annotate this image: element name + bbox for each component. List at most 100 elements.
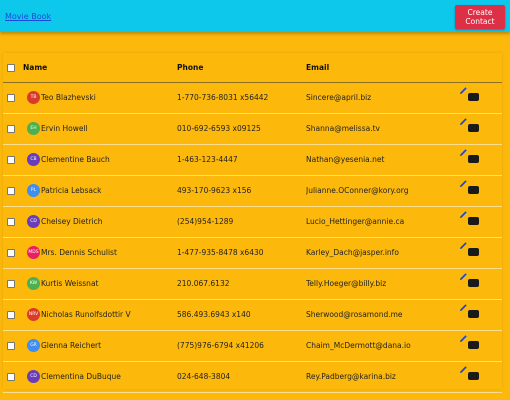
app-root: Movie Book Create Contact Name Phone Ema… [0,0,510,400]
contact-name: Nicholas Runolfsdottir V [41,310,131,319]
email-cell: Chaim_McDermott@dana.io [306,341,411,350]
row-select-cell [3,330,23,361]
actions-cell [457,144,502,175]
select-all-cell [3,53,23,83]
table-row: CD Clementina DuBuque 024-648-3804 Rey.Padb… [3,361,502,392]
phone-cell: 493-170-9623 x156 [177,186,252,195]
pencil-icon[interactable] [459,303,468,312]
actions-cell [457,206,502,237]
row-select-cell [3,144,23,175]
name-cell: TB Teo Blazhevski [23,82,177,113]
table-row: CD Chelsey Dietrich (254)954-1289 Lucio_Het… [3,206,502,237]
create-contact-button[interactable]: Create Contact [455,5,505,29]
toggle-switch[interactable] [468,123,479,132]
pencil-icon[interactable] [459,241,468,250]
toggle-switch[interactable] [468,216,479,225]
phone-cell: 210.067.6132 [177,279,230,288]
toggle-switch[interactable] [468,371,479,380]
select-all-checkbox[interactable] [7,63,15,72]
email-cell: Nathan@yesenia.net [306,155,385,164]
contact-name: Mrs. Dennis Schulist [41,248,117,257]
avatar: MDS [27,246,40,259]
email-cell: Sherwood@rosamond.me [306,310,403,319]
actions-cell [457,82,502,113]
contact-name: Ervin Howell [41,124,88,133]
email-cell: Sincere@april.biz [306,93,372,102]
table-row: MDS Mrs. Dennis Schulist 1-477-935-8478 x6… [3,237,502,268]
row-select-cell [3,206,23,237]
table-row: KW Kurtis Weissnat 210.067.6132 Telly.Hoege… [3,268,502,299]
table-row: CB Clementine Bauch 1-463-123-4447 Nathan@y… [3,144,502,175]
contact-name: Glenna Reichert [41,341,102,350]
name-cell: MDS Mrs. Dennis Schulist [23,237,177,268]
contact-name: Patricia Lebsack [41,186,102,195]
row-checkbox[interactable] [7,280,15,288]
toggle-switch[interactable] [468,278,479,287]
toggle-switch[interactable] [468,340,479,349]
phone-cell: (254)954-1289 [177,217,234,226]
row-select-cell [3,82,23,113]
column-header-name: Name [23,53,177,83]
actions-cell [457,299,502,330]
actions-cell [457,268,502,299]
toggle-switch[interactable] [468,247,479,256]
column-header-email: Email [306,53,457,83]
row-checkbox[interactable] [7,156,15,164]
pencil-icon[interactable] [459,365,468,374]
table-row: TB Teo Blazhevski 1-770-736-8031 x56442 Sin… [3,82,502,113]
actions-cell [457,113,502,144]
table-row: PL Patricia Lebsack 493-170-9623 x156 Julia… [3,175,502,206]
avatar: KW [27,277,40,290]
row-checkbox[interactable] [7,311,15,319]
pencil-icon[interactable] [459,179,468,188]
row-checkbox[interactable] [7,94,15,102]
actions-cell [457,175,502,206]
row-checkbox[interactable] [7,373,15,381]
phone-cell: 010-692-6593 x09125 [177,124,261,133]
row-select-cell [3,268,23,299]
pencil-icon[interactable] [459,117,468,126]
name-cell: CD Clementina DuBuque [23,361,177,392]
table-header-row: Name Phone Email [3,53,502,83]
row-checkbox[interactable] [7,187,15,195]
column-header-phone: Phone [177,53,306,83]
brand-link[interactable]: Movie Book [5,12,51,21]
avatar: EH [27,122,40,135]
actions-cell [457,237,502,268]
pencil-icon[interactable] [459,148,468,157]
name-cell: EH Ervin Howell [23,113,177,144]
table-body: TB Teo Blazhevski 1-770-736-8031 x56442 Sin… [3,82,502,392]
pencil-icon[interactable] [459,210,468,219]
toggle-switch[interactable] [468,309,479,318]
phone-cell: 1-463-123-4447 [177,155,238,164]
pencil-icon[interactable] [459,334,468,343]
contact-name: Clementine Bauch [41,155,110,164]
table-row: GR Glenna Reichert (775)976-6794 x41206 Cha… [3,330,502,361]
phone-cell: 1-770-736-8031 x56442 [177,93,269,102]
contacts-table-card: Name Phone Email TB Teo Blazhevski 1-770-7… [3,53,502,392]
email-cell: Karley_Dach@jasper.info [306,248,399,257]
avatar: TB [27,91,40,104]
avatar: CD [27,215,40,228]
pencil-icon[interactable] [459,86,468,95]
name-cell: CD Chelsey Dietrich [23,206,177,237]
name-cell: GR Glenna Reichert [23,330,177,361]
toggle-switch[interactable] [468,154,479,163]
row-checkbox[interactable] [7,342,15,350]
avatar: PL [27,184,40,197]
email-cell: Rey.Padberg@karina.biz [306,372,396,381]
table-row: EH Ervin Howell 010-692-6593 x09125 Shanna@… [3,113,502,144]
row-select-cell [3,299,23,330]
row-checkbox[interactable] [7,249,15,257]
toggle-switch[interactable] [468,92,479,101]
toggle-switch[interactable] [468,185,479,194]
row-checkbox[interactable] [7,125,15,133]
email-cell: Lucio_Hettinger@annie.ca [306,217,405,226]
name-cell: KW Kurtis Weissnat [23,268,177,299]
row-checkbox[interactable] [7,218,15,226]
email-cell: Julianne.OConner@kory.org [306,186,409,195]
row-select-cell [3,361,23,392]
pencil-icon[interactable] [459,272,468,281]
phone-cell: (775)976-6794 x41206 [177,341,264,350]
contact-name: Chelsey Dietrich [41,217,103,226]
